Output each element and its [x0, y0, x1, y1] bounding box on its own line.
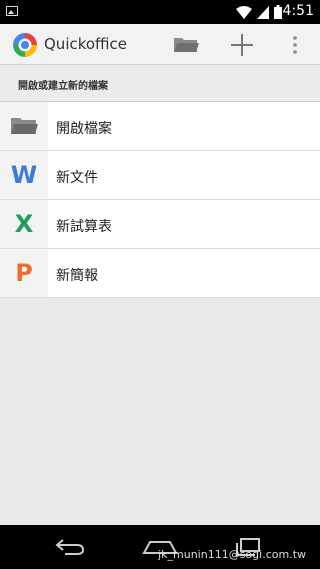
list-item-open-file[interactable]: 開啟檔案 — [0, 102, 320, 151]
list-item-new-document[interactable]: W 新文件 — [0, 151, 320, 200]
add-button[interactable] — [222, 28, 262, 62]
item-label: 新簡報 — [56, 268, 98, 284]
item-icon-cell: W — [0, 151, 48, 199]
item-icon-cell: X — [0, 200, 48, 248]
battery-icon — [274, 5, 282, 19]
item-label: 新文件 — [56, 170, 98, 186]
overflow-menu-button[interactable] — [280, 28, 310, 62]
file-action-list: 開啟檔案 W 新文件 X 新試算表 P 新簡報 — [0, 102, 320, 298]
watermark: jk_munin111@sogi.com.tw — [158, 548, 306, 561]
list-item-new-spreadsheet[interactable]: X 新試算表 — [0, 200, 320, 249]
overflow-menu-icon — [293, 36, 297, 54]
presentation-icon: P — [15, 259, 33, 287]
section-header: 開啟或建立新的檔案 — [0, 66, 320, 102]
navigation-bar — [0, 525, 320, 569]
image-notification-icon — [6, 6, 18, 16]
list-item-new-presentation[interactable]: P 新簡報 — [0, 249, 320, 298]
section-title: 開啟或建立新的檔案 — [18, 81, 108, 92]
add-icon — [231, 34, 253, 56]
folder-icon — [11, 118, 38, 134]
system-icons — [236, 4, 282, 20]
back-icon — [55, 539, 85, 555]
item-icon-cell: P — [0, 249, 48, 297]
app-bar: Quickoffice — [0, 24, 320, 65]
word-document-icon: W — [10, 161, 38, 189]
status-bar: 4:51 — [0, 0, 320, 24]
open-folder-button[interactable] — [166, 28, 206, 62]
spreadsheet-icon: X — [14, 210, 34, 238]
cell-signal-icon — [257, 5, 269, 19]
item-label: 新試算表 — [56, 219, 112, 235]
wifi-icon — [236, 5, 252, 19]
item-icon-cell — [0, 102, 48, 150]
folder-icon — [174, 38, 199, 52]
status-time: 4:51 — [282, 3, 314, 19]
item-label: 開啟檔案 — [56, 121, 112, 137]
app-title: Quickoffice — [44, 35, 128, 53]
quickoffice-logo-icon — [13, 33, 37, 57]
back-button[interactable] — [50, 533, 90, 561]
